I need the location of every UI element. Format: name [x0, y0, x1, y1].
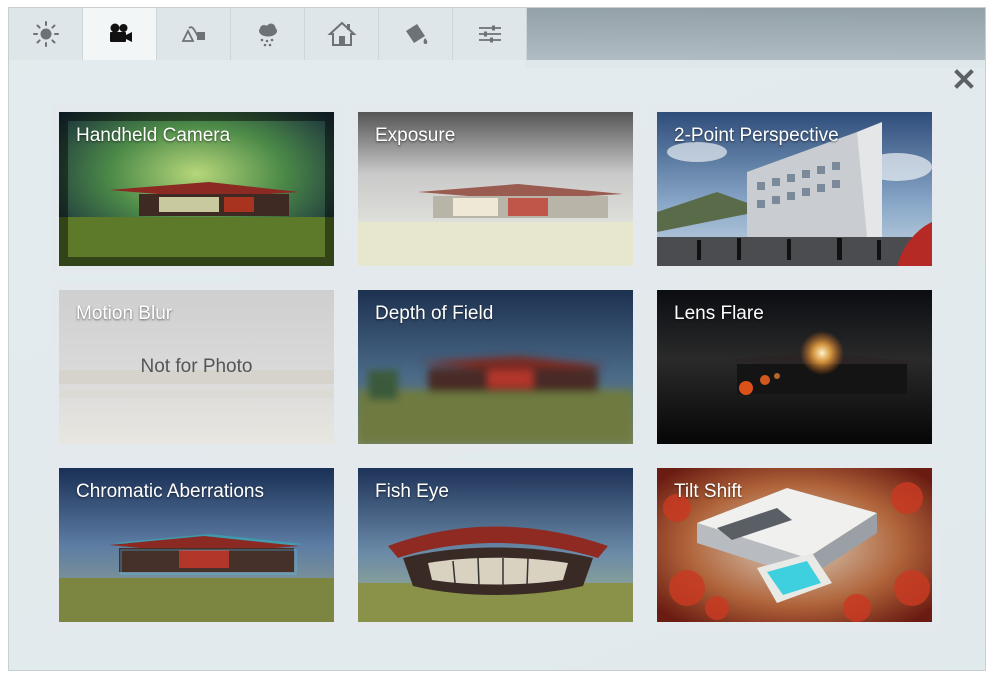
effect-thumbnail: Exposure	[358, 112, 633, 266]
effect-thumbnail: Handheld Camera	[59, 112, 334, 266]
tab-house[interactable]	[305, 8, 379, 60]
close-icon	[954, 69, 974, 89]
effect-card-motion-blur[interactable]: Motion Blur Not for Photo	[51, 282, 342, 452]
background-scene	[525, 8, 985, 68]
effect-title: Fish Eye	[375, 481, 449, 502]
tab-shapes[interactable]	[157, 8, 231, 60]
house-icon	[326, 21, 357, 46]
tab-camera[interactable]	[83, 8, 157, 60]
effects-window: Handheld Camera Exposure 2-Point Perspec…	[8, 7, 986, 671]
effect-thumbnail: Depth of Field	[358, 290, 633, 444]
effect-card-fish-eye[interactable]: Fish Eye	[350, 460, 641, 630]
tab-weather[interactable]	[231, 8, 305, 60]
sun-icon	[32, 21, 59, 47]
effect-title: Depth of Field	[375, 303, 494, 324]
effect-card-lens-flare[interactable]: Lens Flare	[649, 282, 940, 452]
effect-card-depth-of-field[interactable]: Depth of Field	[350, 282, 641, 452]
video-camera-icon	[109, 23, 132, 42]
tab-bar	[9, 8, 549, 60]
effect-thumbnail: Tilt Shift	[657, 468, 932, 622]
tab-sun[interactable]	[9, 8, 83, 60]
effect-card-handheld-camera[interactable]: Handheld Camera	[51, 104, 342, 274]
effect-title: 2-Point Perspective	[674, 125, 839, 146]
effect-thumbnail: 2-Point Perspective	[657, 112, 932, 266]
sliders-icon	[478, 25, 501, 43]
close-button[interactable]	[953, 68, 975, 90]
effect-thumbnail: Chromatic Aberrations	[59, 468, 334, 622]
effects-grid: Handheld Camera Exposure 2-Point Perspec…	[51, 104, 940, 630]
effect-card-exposure[interactable]: Exposure	[350, 104, 641, 274]
effect-card-2-point-perspective[interactable]: 2-Point Perspective	[649, 104, 940, 274]
effect-title: Exposure	[375, 125, 456, 146]
effect-title: Lens Flare	[674, 303, 764, 324]
tab-settings[interactable]	[453, 8, 527, 60]
effect-title: Motion Blur	[76, 303, 173, 324]
curve-shapes-icon	[181, 26, 205, 42]
effect-thumbnail: Fish Eye	[358, 468, 633, 622]
effect-title: Tilt Shift	[674, 481, 742, 502]
tab-paint[interactable]	[379, 8, 453, 60]
effect-note: Not for Photo	[140, 356, 253, 377]
effect-card-tilt-shift[interactable]: Tilt Shift	[649, 460, 940, 630]
effects-panel: Handheld Camera Exposure 2-Point Perspec…	[9, 60, 985, 670]
effect-card-chromatic-aberrations[interactable]: Chromatic Aberrations	[51, 460, 342, 630]
effect-thumbnail: Motion Blur Not for Photo	[59, 290, 334, 444]
effect-thumbnail: Lens Flare	[657, 290, 932, 444]
paint-bucket-icon	[405, 24, 427, 44]
weather-icon	[258, 23, 277, 47]
effect-title: Chromatic Aberrations	[76, 481, 264, 502]
effect-title: Handheld Camera	[76, 125, 231, 146]
